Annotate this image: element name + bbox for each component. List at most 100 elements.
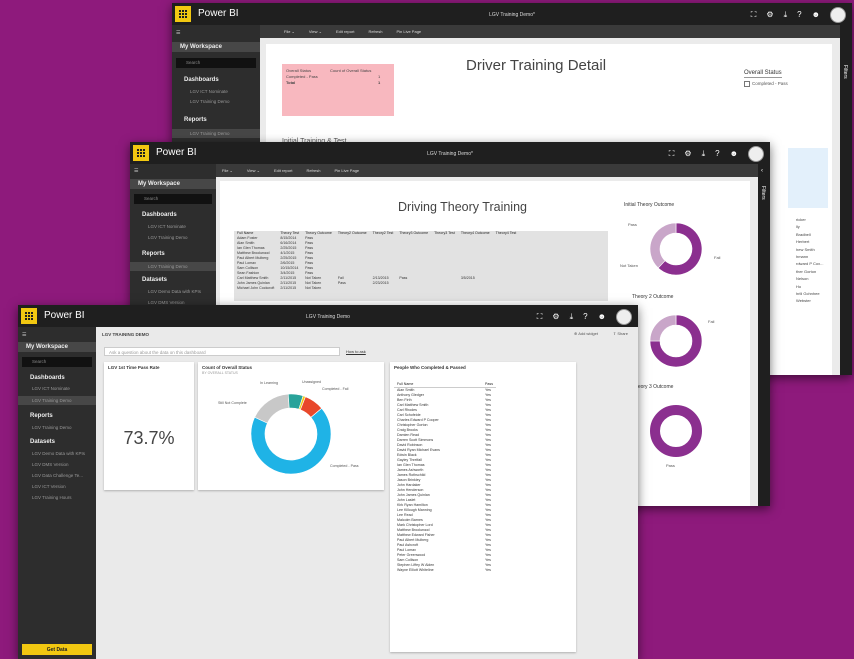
outcome1-title: Initial Theory Outcome [624,202,675,208]
sidebar-item-dashboard[interactable]: LGV Training Demo [32,398,72,403]
pin-live-page-button[interactable]: Pin Live Page [396,29,421,34]
sidebar-datasets[interactable]: Datasets [30,439,55,445]
sidebar-item-dataset[interactable]: LGV Demo Data with KPIs [148,289,201,294]
column-header[interactable]: Theory3 Outcome [396,231,431,236]
sidebar-dashboards[interactable]: Dashboards [184,77,219,83]
donut-initial-theory[interactable]: Pass Fail Not Taken [618,209,738,289]
sidebar-reports[interactable]: Reports [30,413,53,419]
donut-slice[interactable] [649,314,677,342]
my-workspace[interactable]: My Workspace [26,344,68,350]
view-menu[interactable]: View ⌄ [309,29,322,34]
sidebar-dashboards[interactable]: Dashboards [142,212,177,218]
window-front: Power BI LGV Training Demo ⛶ ⚙ ⤓ ? ☻ ☰ M… [18,305,638,659]
file-menu[interactable]: File ⌄ [284,29,295,34]
gear-icon[interactable]: ⚙ [684,150,691,158]
hamburger-icon[interactable]: ☰ [134,168,138,174]
my-workspace[interactable]: My Workspace [180,44,222,50]
tile-people[interactable]: People Who Completed & Passed Full Name … [390,362,576,652]
dashboard-title: LGV TRAINING DEMO [102,332,149,337]
column-header[interactable]: Theory4 Test [493,231,520,236]
column-header[interactable]: Theory4 Outcome [458,231,493,236]
donut-slice[interactable] [649,222,677,269]
hamburger-icon[interactable]: ☰ [176,30,180,36]
name-list: ricker lly Bradbell Herbert hew Smith hm… [796,216,824,305]
list-item: Nelson [796,276,809,282]
sidebar-item-dataset[interactable]: LGV Demo Data with KPIs [32,451,85,456]
sidebar-item-dashboard[interactable]: LGV Training Demo [190,99,230,104]
checkbox[interactable] [744,81,750,87]
sidebar-item-dashboard[interactable]: LGV Training Demo [148,235,188,240]
tile-title: LGV 1st Time Pass Rate [108,365,160,370]
list-item: rdward P Cox... [796,261,824,267]
sidebar-item-report[interactable]: LGV Training Demo [32,425,72,430]
avatar[interactable] [748,146,764,162]
donut-slice[interactable] [650,405,702,457]
search-input[interactable]: Search [134,194,212,204]
sidebar-datasets[interactable]: Datasets [142,277,167,283]
donut1-label-fail: Fail [714,255,721,260]
tile-kpi[interactable]: LGV 1st Time Pass Rate 73.7% [104,362,194,490]
smiley-icon[interactable]: ☻ [730,150,738,158]
table-row[interactable]: Michael John Cockcroft 2/11/2015 Not Taken [234,286,519,291]
gear-icon[interactable]: ⚙ [552,313,559,321]
smiley-icon[interactable]: ☻ [598,313,606,321]
sidebar-item-report[interactable]: LGV Training Demo [148,264,188,269]
sidebar-dashboards[interactable]: Dashboards [30,375,65,381]
tile-donut[interactable]: Count of Overall Status BY OVERALL STATU… [198,362,384,490]
help-icon[interactable]: ? [583,313,587,321]
sidebar-item-dataset[interactable]: LGV Training Hours [32,495,72,500]
sidebar-item-report[interactable]: LGV Training Demo [190,131,230,136]
column-header[interactable]: Theory2 Outcome [335,231,370,236]
sidebar-item-dataset[interactable]: LGV DMS Version [32,462,69,467]
sidebar-reports[interactable]: Reports [142,251,165,257]
column-header[interactable]: Theory2 Test [370,231,397,236]
how-to-ask-link[interactable]: How to ask [346,349,366,354]
list-item: Ho [796,283,802,289]
kpi-value: 73.7% [123,428,175,448]
donut-slice[interactable] [254,393,290,424]
sidebar-reports[interactable]: Reports [184,117,207,123]
sidebar-item-dashboard[interactable]: LGV ICT Nominate [190,89,228,94]
get-data-label: Get Data [46,646,68,653]
table-cell: Not Taken [305,286,322,290]
help-icon[interactable]: ? [715,150,719,158]
qa-input[interactable]: Ask a question about the data on this da… [104,347,340,356]
overall-status-option[interactable]: Completed - Pass [744,81,788,87]
search-input[interactable]: Search [22,357,92,367]
smiley-icon[interactable]: ☻ [812,11,820,19]
hamburger-icon[interactable]: ☰ [22,332,26,338]
refresh-button[interactable]: Refresh [306,168,320,173]
sidebar-item-dashboard[interactable]: LGV ICT Nominate [148,224,186,229]
filters-pane[interactable]: Filters [840,25,852,375]
sidebar-item-dashboard[interactable]: LGV ICT Nominate [32,386,70,391]
download-icon[interactable]: ⤓ [702,150,706,158]
edit-report-button[interactable]: Edit report [336,29,354,34]
avatar[interactable] [616,309,632,325]
file-menu[interactable]: File ⌄ [222,168,233,173]
pin-live-page-button[interactable]: Pin Live Page [334,168,359,173]
download-icon[interactable]: ⤓ [784,11,788,19]
fullscreen-icon[interactable]: ⛶ [537,313,543,321]
search-input[interactable]: Search [176,58,256,68]
gear-icon[interactable]: ⚙ [766,11,773,19]
download-icon[interactable]: ⤓ [570,313,574,321]
refresh-button[interactable]: Refresh [368,29,382,34]
chevron-left-icon[interactable]: ‹ [761,168,763,174]
add-widget-button[interactable]: ⊕ Add widget [574,331,598,336]
list-item[interactable]: Wayne Elliott Whiteline Yes [394,568,496,573]
sidebar-item-dataset[interactable]: LGV ICT Version [32,484,66,489]
share-button[interactable]: ⇪ Share [613,331,628,336]
share-label: Share [617,331,628,336]
help-icon[interactable]: ? [797,11,801,19]
table-cell: Michael John Cockcroft [237,286,275,290]
column-header[interactable]: Theory3 Test [431,231,458,236]
sidebar-item-dataset[interactable]: LGV Data Challenge Te... [32,473,83,478]
fullscreen-icon[interactable]: ⛶ [751,11,757,19]
fullscreen-icon[interactable]: ⛶ [669,150,675,158]
filters-pane[interactable]: ‹ Filters [758,164,770,506]
get-data-button[interactable]: Get Data [22,644,92,655]
view-menu[interactable]: View ⌄ [247,168,260,173]
avatar[interactable] [830,7,846,23]
my-workspace[interactable]: My Workspace [138,181,180,187]
edit-report-button[interactable]: Edit report [274,168,292,173]
